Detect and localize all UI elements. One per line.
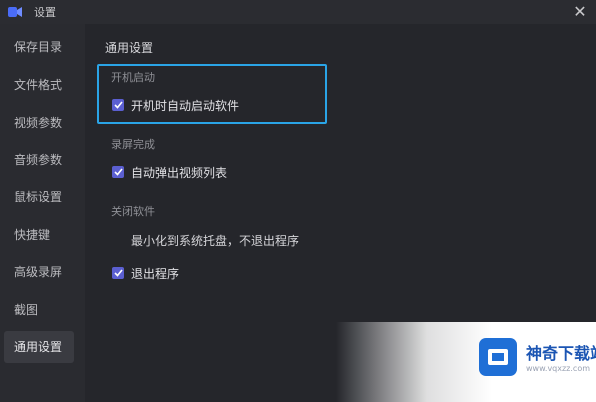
sidebar-item-advanced-recording[interactable]: 高级录屏: [4, 256, 74, 288]
check-icon: [113, 101, 123, 109]
check-icon: [113, 168, 123, 176]
sidebar-item-video-params[interactable]: 视频参数: [4, 107, 74, 139]
sidebar-item-audio-params[interactable]: 音频参数: [4, 144, 74, 176]
window-title: 设置: [34, 6, 56, 19]
watermark-title: 神奇下载站: [526, 344, 596, 363]
close-app-group-label: 关闭软件: [111, 205, 155, 218]
sidebar: 保存目录 文件格式 视频参数 音频参数 鼠标设置 快捷键 高级录屏 截图 通用设…: [0, 24, 85, 402]
startup-group-label: 开机启动: [111, 71, 155, 84]
record-done-group-label: 录屏完成: [111, 138, 155, 151]
close-button[interactable]: ✕: [570, 2, 590, 22]
exit-program-label: 退出程序: [131, 266, 180, 281]
sidebar-item-screenshot[interactable]: 截图: [4, 294, 74, 326]
autostart-option[interactable]: 开机时自动启动软件: [112, 97, 239, 113]
exit-program-checkbox[interactable]: [112, 267, 124, 279]
sidebar-item-general-settings[interactable]: 通用设置: [4, 331, 74, 363]
autostart-label: 开机时自动启动软件: [131, 98, 240, 113]
check-icon: [113, 269, 123, 277]
sidebar-item-mouse-settings[interactable]: 鼠标设置: [4, 181, 74, 213]
exit-program-option[interactable]: 退出程序: [112, 265, 179, 281]
page-title: 通用设置: [105, 41, 154, 55]
auto-popup-label: 自动弹出视频列表: [131, 165, 228, 180]
auto-popup-option[interactable]: 自动弹出视频列表: [112, 164, 227, 180]
autostart-checkbox[interactable]: [112, 99, 124, 111]
title-bar: 设置 ✕: [0, 0, 596, 24]
site-watermark: 神奇下载站 www.vqxzz.com: [336, 322, 596, 402]
sidebar-item-shortcuts[interactable]: 快捷键: [4, 219, 74, 251]
watermark-url: www.vqxzz.com: [526, 364, 591, 373]
sidebar-item-save-directory[interactable]: 保存目录: [4, 31, 74, 63]
app-logo-icon: [8, 7, 22, 17]
close-icon: ✕: [573, 2, 587, 21]
auto-popup-checkbox[interactable]: [112, 166, 124, 178]
minimize-to-tray-option[interactable]: 最小化到系统托盘，不退出程序: [131, 232, 299, 249]
watermark-logo-icon: [479, 338, 517, 376]
sidebar-item-file-format[interactable]: 文件格式: [4, 69, 74, 101]
